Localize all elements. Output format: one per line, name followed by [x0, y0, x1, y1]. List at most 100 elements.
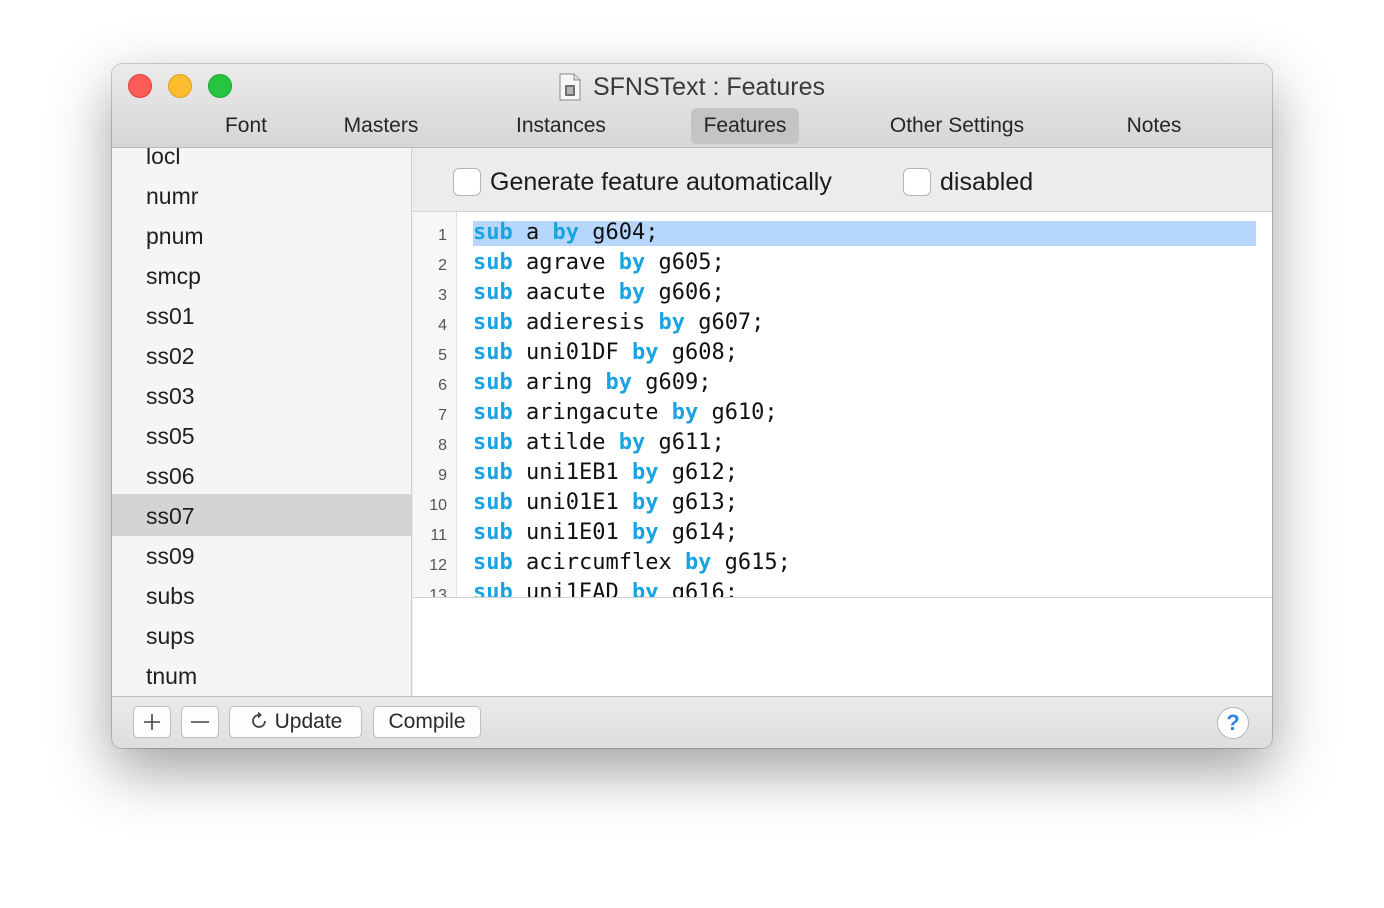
line-number: 6	[438, 377, 447, 394]
code-line[interactable]: sub uni1EAD by g616;	[473, 578, 738, 598]
line-number: 3	[438, 287, 447, 304]
keyword-sub: sub	[473, 310, 513, 335]
feature-item-subs[interactable]: subs	[112, 576, 411, 616]
window-title-area: SFNSText : Features	[112, 70, 1272, 104]
feature-item-sups[interactable]: sups	[112, 616, 411, 656]
keyword-sub: sub	[473, 490, 513, 515]
line-number: 12	[429, 557, 447, 574]
feature-item-smcp[interactable]: smcp	[112, 256, 411, 296]
keyword-by: by	[631, 580, 659, 598]
line-number: 7	[438, 407, 447, 424]
code-line[interactable]: sub agrave by g605;	[473, 248, 725, 278]
keyword-by: by	[631, 490, 659, 515]
source-glyph: acircumflex	[512, 550, 685, 575]
keyword-sub: sub	[473, 580, 513, 598]
keyword-sub: sub	[473, 220, 513, 245]
code-line[interactable]: sub uni01DF by g608;	[473, 338, 738, 368]
feature-item-ss03[interactable]: ss03	[112, 376, 411, 416]
target-glyph: g609;	[631, 370, 712, 395]
line-number-gutter: 1 2 3 4 5 6 7 8 9 10 11 12 13	[413, 212, 457, 598]
code-line[interactable]: sub atilde by g611;	[473, 428, 725, 458]
tab-instances[interactable]: Instances	[500, 108, 622, 144]
target-glyph: g610;	[698, 400, 778, 425]
disabled-checkbox[interactable]	[903, 168, 931, 196]
feature-item-numr[interactable]: numr	[112, 176, 411, 216]
code-line[interactable]: sub a by g604;	[473, 218, 658, 248]
generate-automatically-label[interactable]: Generate feature automatically	[490, 165, 832, 199]
feature-item-ss05[interactable]: ss05	[112, 416, 411, 456]
feature-item-pnum[interactable]: pnum	[112, 216, 411, 256]
features-window: SFNSText : Features Font Masters Instanc…	[112, 64, 1272, 748]
code-line[interactable]: sub uni01E1 by g613;	[473, 488, 738, 518]
line-number: 8	[438, 437, 447, 454]
feature-item-ss09[interactable]: ss09	[112, 536, 411, 576]
update-label: Update	[274, 710, 343, 733]
keyword-sub: sub	[473, 280, 513, 305]
target-glyph: g608;	[658, 340, 738, 365]
tab-other-settings[interactable]: Other Settings	[872, 108, 1042, 144]
code-line[interactable]: sub aacute by g606;	[473, 278, 725, 308]
source-glyph: uni01E1	[512, 490, 632, 515]
keyword-sub: sub	[473, 400, 513, 425]
keyword-by: by	[631, 520, 659, 545]
keyword-by: by	[618, 280, 646, 305]
source-glyph: atilde	[512, 430, 619, 455]
tab-features[interactable]: Features	[691, 108, 799, 144]
keyword-by: by	[658, 310, 685, 335]
target-glyph: g614;	[658, 520, 738, 545]
target-glyph: g612;	[658, 460, 738, 485]
window-title: SFNSText : Features	[592, 72, 826, 101]
line-number: 13	[429, 587, 447, 598]
target-glyph: g605;	[645, 250, 725, 275]
generate-automatically-checkbox[interactable]	[453, 168, 481, 196]
line-number: 10	[429, 497, 447, 514]
compile-button[interactable]: Compile	[373, 706, 481, 738]
feature-item-ss02[interactable]: ss02	[112, 336, 411, 376]
line-number: 11	[430, 527, 447, 544]
source-glyph: uni1EB1	[512, 460, 632, 485]
line-number: 1	[438, 227, 447, 244]
feature-list[interactable]: locl numr pnum smcp ss01 ss02 ss03 ss05 …	[112, 148, 412, 696]
line-number: 2	[438, 257, 447, 274]
target-glyph: g606;	[645, 280, 725, 305]
source-glyph: uni01DF	[512, 340, 632, 365]
keyword-sub: sub	[473, 250, 513, 275]
keyword-by: by	[631, 460, 659, 485]
code-line[interactable]: sub adieresis by g607;	[473, 308, 764, 338]
keyword-by: by	[684, 550, 712, 575]
keyword-by: by	[605, 370, 632, 395]
feature-item-ss07[interactable]: ss07	[112, 494, 411, 536]
code-line[interactable]: sub uni1E01 by g614;	[473, 518, 738, 548]
feature-item-tnum[interactable]: tnum	[112, 656, 411, 696]
code-line[interactable]: sub uni1EB1 by g612;	[473, 458, 738, 488]
feature-options: Generate feature automatically disabled	[413, 148, 1272, 212]
update-button[interactable]: Update	[229, 706, 362, 738]
line-number: 5	[438, 347, 447, 364]
source-glyph: aring	[512, 370, 606, 395]
titlebar: SFNSText : Features Font Masters Instanc…	[112, 64, 1272, 148]
tab-masters[interactable]: Masters	[326, 108, 436, 144]
feature-item-locl[interactable]: locl	[112, 148, 411, 176]
document-icon[interactable]	[559, 73, 581, 101]
tab-notes[interactable]: Notes	[1112, 108, 1196, 144]
refresh-icon	[251, 711, 266, 728]
minus-icon	[191, 721, 209, 723]
source-glyph: uni1EAD	[512, 580, 632, 598]
bottom-toolbar: Update Compile ?	[112, 696, 1272, 748]
feature-item-ss01[interactable]: ss01	[112, 296, 411, 336]
code-line[interactable]: sub acircumflex by g615;	[473, 548, 791, 578]
keyword-by: by	[671, 400, 699, 425]
code-editor[interactable]: 1 2 3 4 5 6 7 8 9 10 11 12 13 sub a by g…	[413, 212, 1272, 598]
feature-item-ss06[interactable]: ss06	[112, 456, 411, 496]
code-line[interactable]: sub aringacute by g610;	[473, 398, 778, 428]
remove-feature-button[interactable]	[181, 706, 219, 738]
add-feature-button[interactable]	[133, 706, 171, 738]
disabled-label[interactable]: disabled	[940, 165, 1033, 199]
source-glyph: uni1E01	[512, 520, 632, 545]
keyword-sub: sub	[473, 460, 513, 485]
source-glyph: a	[512, 220, 553, 245]
target-glyph: g611;	[645, 430, 725, 455]
code-line[interactable]: sub aring by g609;	[473, 368, 711, 398]
tab-font[interactable]: Font	[192, 108, 300, 144]
help-button[interactable]: ?	[1217, 707, 1249, 739]
